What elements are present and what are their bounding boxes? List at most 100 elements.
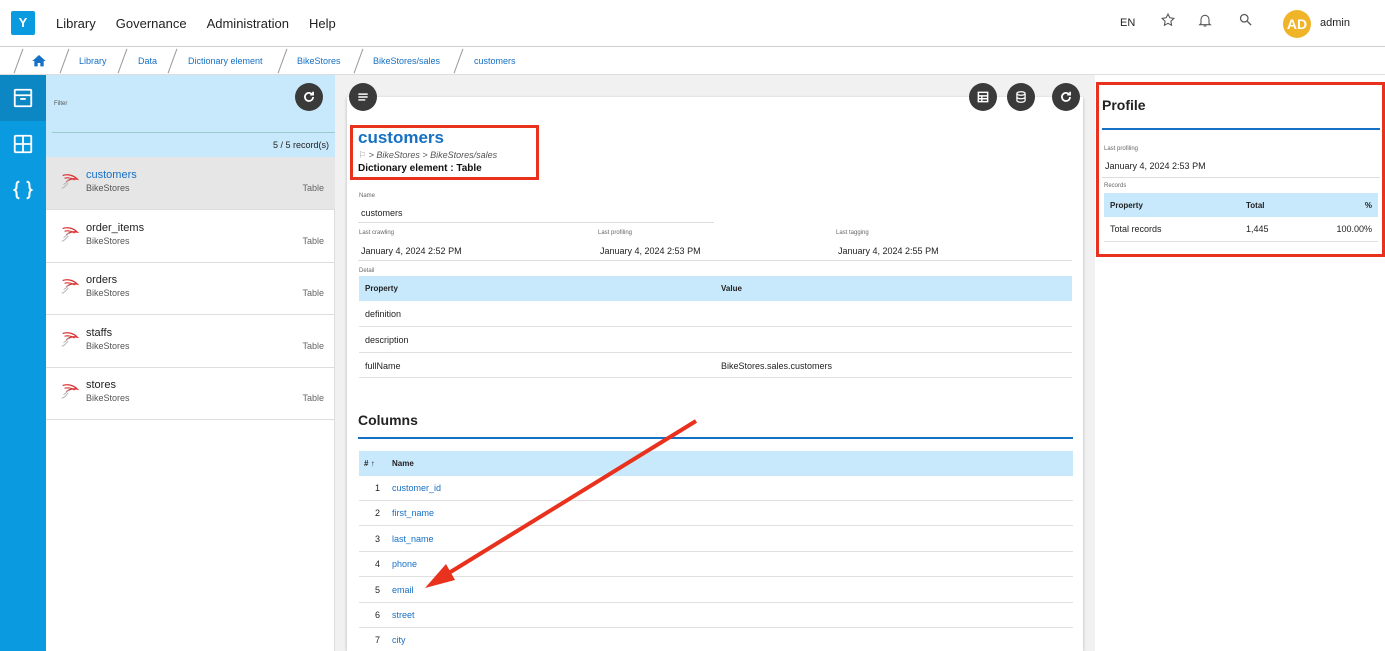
archive-icon: [13, 88, 33, 108]
avatar[interactable]: AD: [1283, 10, 1311, 38]
breadcrumb-customers[interactable]: customers: [474, 56, 516, 66]
profile-title: Profile: [1102, 97, 1146, 113]
list-item[interactable]: customers BikeStores Table: [46, 157, 335, 210]
filter-box[interactable]: Filter 5 / 5 record(s): [46, 75, 335, 157]
table-row: 4 phone: [359, 552, 1073, 578]
menu-help[interactable]: Help: [309, 16, 336, 31]
column-index: 1: [375, 483, 381, 493]
bell-icon[interactable]: [1195, 12, 1215, 32]
braces-icon: [12, 180, 34, 200]
search-icon[interactable]: [1235, 12, 1255, 32]
column-index: 3: [375, 533, 381, 544]
last-crawling-value: January 4, 2024 2:52 PM: [361, 246, 462, 256]
list-item-source: BikeStores: [86, 235, 130, 246]
list-item[interactable]: staffs BikeStores Table: [46, 315, 335, 368]
home-icon[interactable]: [31, 53, 47, 69]
last-tagging-value: January 4, 2024 2:55 PM: [838, 246, 939, 256]
table-icon: [59, 170, 81, 192]
detail-table-header: Property Value: [359, 276, 1072, 301]
column-name-link[interactable]: email: [392, 585, 414, 595]
filter-label: Filter: [54, 101, 68, 107]
list-item-type: Table: [302, 288, 324, 299]
column-name-link[interactable]: first_name: [392, 508, 434, 518]
left-rail: [0, 75, 46, 651]
database-icon: [1016, 91, 1026, 103]
list-item-source: BikeStores: [86, 393, 130, 404]
menu-icon: [358, 93, 368, 101]
column-name-link[interactable]: customer_id: [392, 483, 441, 493]
profile-last-profiling-value: January 4, 2024 2:53 PM: [1105, 161, 1206, 171]
list-item-name: stores: [86, 379, 116, 392]
list-panel: Filter 5 / 5 record(s) customers BikeStor…: [46, 75, 335, 651]
rail-dashboard[interactable]: [0, 121, 46, 167]
detail-row: definition: [359, 301, 1072, 327]
language-selector[interactable]: EN: [1120, 17, 1135, 29]
sort-number-header[interactable]: # ↑: [364, 459, 375, 468]
name-value: customers: [361, 208, 403, 218]
column-name-link[interactable]: city: [392, 635, 406, 645]
list-item-type: Table: [302, 183, 324, 193]
list-item-type: Table: [302, 235, 324, 246]
columns-table-header[interactable]: # ↑ Name: [359, 451, 1073, 476]
top-bar: Y Library Governance Administration Help…: [0, 0, 1385, 47]
column-name-link[interactable]: phone: [392, 559, 417, 569]
column-index: 7: [375, 635, 381, 646]
table-row: 7 city: [359, 628, 1073, 651]
column-index: 5: [375, 584, 381, 595]
table-icon: [59, 380, 81, 402]
table-row: 5 email: [359, 578, 1073, 603]
table-row: 1 customer_id: [359, 476, 1073, 501]
entity-title: customers: [358, 128, 444, 147]
menu-library[interactable]: Library: [56, 16, 96, 31]
star-icon[interactable]: [1158, 12, 1178, 32]
breadcrumb-bikestores-sales[interactable]: BikeStores/sales: [373, 56, 440, 66]
column-index: 2: [375, 508, 381, 519]
app-logo[interactable]: Y: [11, 11, 35, 35]
main-menu: Library Governance Administration Help: [56, 16, 336, 31]
username[interactable]: admin: [1320, 17, 1350, 29]
detail-label: Detail: [359, 268, 375, 274]
menu-administration[interactable]: Administration: [207, 16, 289, 31]
list-item[interactable]: stores BikeStores Table: [46, 367, 335, 421]
menu-button[interactable]: [349, 83, 377, 111]
detail-row: fullName BikeStores.sales.customers: [359, 353, 1072, 378]
records-label: Records: [1104, 183, 1127, 189]
menu-governance[interactable]: Governance: [116, 16, 187, 31]
list-item-type: Table: [302, 340, 324, 351]
columns-title: Columns: [358, 412, 418, 428]
rail-archive[interactable]: [0, 75, 46, 121]
list-item[interactable]: orders BikeStores Table: [46, 262, 335, 316]
list-item[interactable]: order_items BikeStores Table: [46, 210, 335, 263]
grid-icon: [13, 134, 33, 154]
breadcrumb-library[interactable]: Library: [79, 56, 107, 66]
column-name-link[interactable]: last_name: [392, 534, 434, 544]
profile-row: Total records 1,445 100.00%: [1104, 217, 1378, 242]
list-item-source: BikeStores: [86, 183, 130, 193]
last-profiling-value: January 4, 2024 2:53 PM: [600, 246, 701, 256]
last-tagging-label: Last tagging: [836, 230, 869, 236]
profile-last-profiling-label: Last profiling: [1104, 146, 1139, 152]
rail-code[interactable]: [0, 167, 46, 213]
breadcrumb-dictionary-element[interactable]: Dictionary element: [188, 56, 263, 66]
detail-row: description: [359, 327, 1072, 353]
breadcrumb: Library Data Dictionary element BikeStor…: [0, 47, 1385, 75]
list-item-name: customers: [86, 169, 137, 181]
table-icon: [59, 328, 81, 350]
refresh-icon: [1061, 91, 1071, 102]
database-button[interactable]: [1007, 83, 1035, 111]
refresh-icon: [304, 91, 314, 102]
last-profiling-label: Last profiling: [598, 230, 633, 236]
breadcrumb-bikestores[interactable]: BikeStores: [297, 56, 341, 66]
column-index: 4: [375, 559, 381, 570]
list-item-source: BikeStores: [86, 340, 130, 351]
name-header[interactable]: Name: [392, 459, 414, 468]
table-view-button[interactable]: [969, 83, 997, 111]
profile-table-header: Property Total %: [1104, 193, 1378, 217]
list-item-name: staffs: [86, 326, 113, 339]
detail-refresh-button[interactable]: [1052, 83, 1080, 111]
list-item-source: BikeStores: [86, 288, 130, 299]
record-count: 5 / 5 record(s): [52, 132, 335, 156]
list-refresh-button[interactable]: [295, 83, 323, 111]
column-name-link[interactable]: street: [392, 610, 415, 620]
breadcrumb-data[interactable]: Data: [138, 56, 157, 66]
